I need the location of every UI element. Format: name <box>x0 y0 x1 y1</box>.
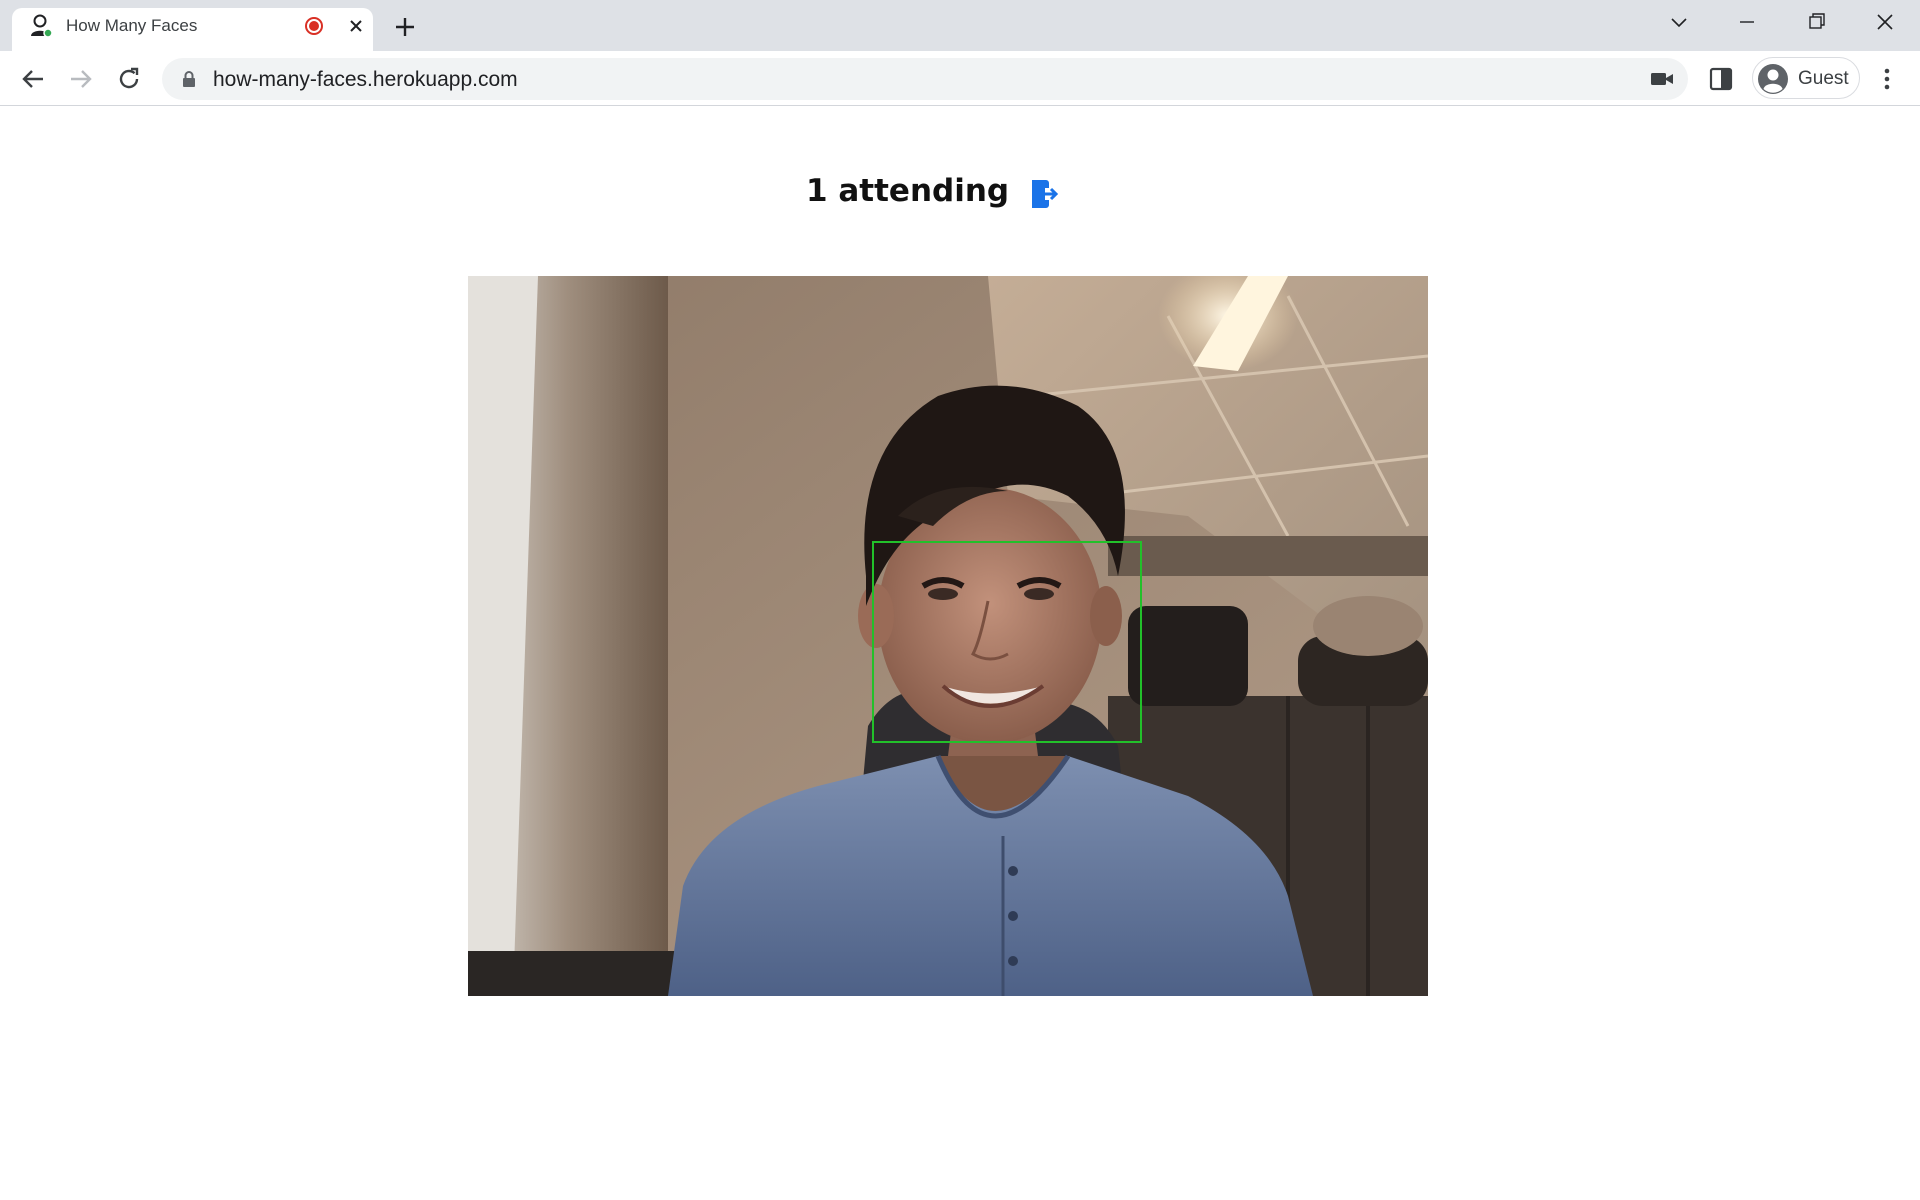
record-icon <box>305 17 323 35</box>
plus-icon[interactable] <box>390 12 420 42</box>
active-tab[interactable]: How Many Faces <box>12 8 373 51</box>
side-panel-icon[interactable] <box>1708 66 1734 92</box>
back-icon[interactable] <box>16 62 50 96</box>
tab-strip: How Many Faces <box>0 0 1920 51</box>
camera-icon[interactable] <box>1650 70 1674 88</box>
attending-count: 1 attending <box>806 173 1010 209</box>
close-icon[interactable] <box>346 16 366 36</box>
address-bar[interactable]: how-many-faces.herokuapp.com <box>162 58 1688 100</box>
restore-icon[interactable] <box>1798 7 1834 37</box>
tab-title: How Many Faces <box>66 16 198 35</box>
person-icon <box>31 14 53 38</box>
avatar-icon <box>1758 64 1788 94</box>
lock-icon[interactable] <box>181 70 197 88</box>
chevron-down-icon[interactable] <box>1661 7 1697 37</box>
exit-icon[interactable] <box>1028 178 1060 210</box>
webcam-video <box>468 276 1428 996</box>
profile-label: Guest <box>1798 68 1849 89</box>
minimize-icon[interactable] <box>1729 7 1765 37</box>
kebab-menu-icon[interactable] <box>1872 64 1902 94</box>
face-detection-box <box>872 541 1142 743</box>
forward-icon[interactable] <box>64 62 98 96</box>
url-text[interactable]: how-many-faces.herokuapp.com <box>213 68 518 92</box>
close-icon[interactable] <box>1867 7 1903 37</box>
reload-icon[interactable] <box>112 62 146 96</box>
profile-button[interactable]: Guest <box>1752 57 1860 99</box>
